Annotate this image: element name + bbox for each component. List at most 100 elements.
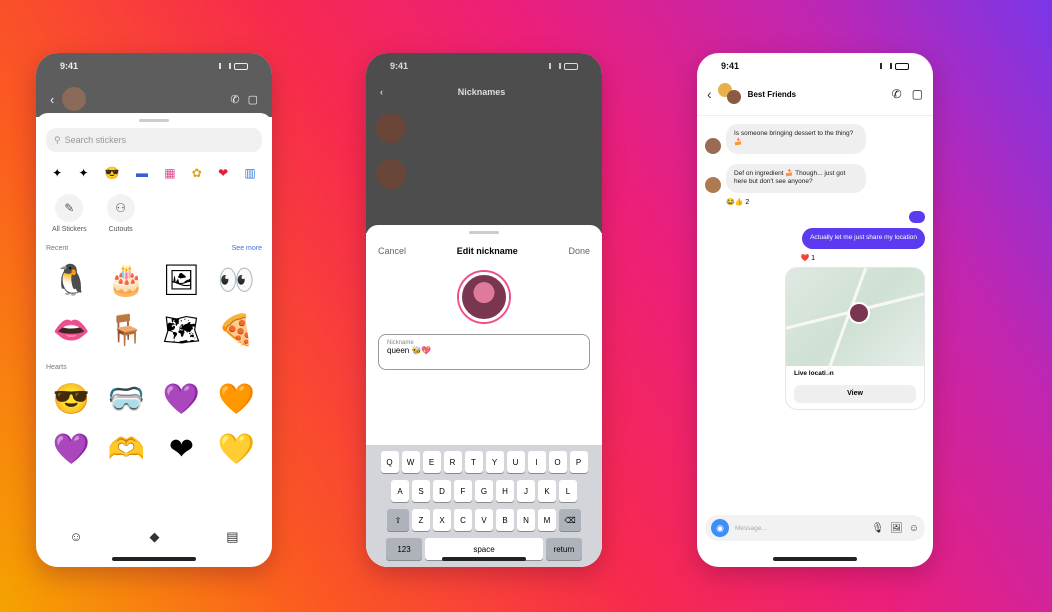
category-icon[interactable]: ▦ <box>164 166 175 180</box>
sticker[interactable]: 💛 <box>211 427 262 473</box>
shift-key[interactable]: ⇧ <box>387 509 409 531</box>
chat-title-block[interactable]: Best Friends <box>748 90 796 99</box>
outgoing-message-bubble[interactable] <box>909 211 925 224</box>
view-location-button[interactable]: View <box>794 384 916 403</box>
keyboard-row: A S D F G H J K L <box>369 480 599 502</box>
field-value[interactable]: queen 🐝💖 <box>387 346 581 355</box>
key[interactable]: L <box>559 480 577 502</box>
numbers-key[interactable]: 123 <box>386 538 422 560</box>
nickname-field[interactable]: Nickname queen 🐝💖 <box>378 334 590 370</box>
key[interactable]: E <box>422 451 441 473</box>
message-bubble[interactable]: Def on ingredient 🍰 Though... just got h… <box>726 163 866 194</box>
sticker[interactable]: 🫶 <box>101 427 152 473</box>
key[interactable]: B <box>496 509 514 531</box>
key[interactable]: N <box>517 509 535 531</box>
key[interactable]: M <box>538 509 556 531</box>
nickname-hint <box>366 370 602 382</box>
sticker-tab-icon[interactable]: ◆ <box>149 529 159 545</box>
cutouts-button[interactable]: ⚇ Cutouts <box>106 194 135 233</box>
key[interactable]: D <box>433 480 451 502</box>
contact-avatar[interactable] <box>62 87 87 111</box>
key[interactable]: Y <box>485 451 504 473</box>
key[interactable]: A <box>391 480 409 502</box>
sticker-icon[interactable]: ☺ <box>909 523 919 534</box>
back-icon[interactable]: ‹ <box>50 92 54 107</box>
key[interactable]: I <box>527 451 546 473</box>
sticker[interactable]: 💜 <box>156 377 207 423</box>
key[interactable]: H <box>496 480 514 502</box>
sticker[interactable]: 🧡 <box>211 377 262 423</box>
sticker[interactable]: 😎 <box>46 377 97 423</box>
group-avatar[interactable] <box>717 83 742 105</box>
see-more-link[interactable]: See more <box>232 245 262 252</box>
member-avatar <box>376 159 406 189</box>
emoji-tab-icon[interactable]: ☺ <box>69 529 82 545</box>
sticker[interactable]: ❤ <box>156 427 207 473</box>
sticker[interactable]: 🍕 <box>211 308 262 354</box>
message-reactions[interactable]: ❤️ 1 <box>800 254 815 262</box>
video-call-icon[interactable]: ▢ <box>248 93 258 106</box>
key[interactable]: P <box>569 451 588 473</box>
key[interactable]: O <box>548 451 567 473</box>
key[interactable]: W <box>401 451 420 473</box>
camera-icon[interactable]: ◉ <box>711 519 729 537</box>
sticker[interactable]: 🖼 <box>156 258 207 304</box>
outgoing-message-bubble[interactable]: Actually let me just share my location <box>802 228 925 249</box>
key[interactable]: U <box>506 451 525 473</box>
video-call-icon[interactable]: ▢ <box>912 87 923 101</box>
sticker[interactable]: 🗺 <box>156 308 207 354</box>
category-icon[interactable]: ✦ <box>52 166 62 180</box>
gallery-icon[interactable]: 🖼 <box>890 523 903 534</box>
live-location-card[interactable]: Live location View <box>785 266 925 410</box>
sticker-search-input[interactable]: ⚲ Search stickers <box>46 128 262 152</box>
member-row[interactable] <box>366 105 602 151</box>
gif-tab-icon[interactable]: ▤ <box>226 529 238 545</box>
message-reactions[interactable]: 😂👍 2 <box>726 198 925 206</box>
key[interactable]: Q <box>380 451 399 473</box>
sheet-grabber[interactable] <box>469 231 499 234</box>
key[interactable]: G <box>475 480 493 502</box>
microphone-icon[interactable]: 🎙 <box>871 523 884 534</box>
done-button[interactable]: Done <box>568 246 590 256</box>
category-icon[interactable]: ❤ <box>218 166 228 180</box>
key[interactable]: K <box>538 480 556 502</box>
cancel-button[interactable]: Cancel <box>378 246 406 256</box>
key[interactable]: Z <box>412 509 430 531</box>
sticker[interactable]: 🪑 <box>101 308 152 354</box>
battery-icon <box>234 62 248 70</box>
category-icon[interactable]: 😎 <box>105 166 120 180</box>
feature-label: Cutouts <box>108 226 133 233</box>
phone-call-icon[interactable]: ✆ <box>892 87 902 101</box>
key[interactable]: C <box>454 509 472 531</box>
phone-call-icon[interactable]: ✆ <box>230 93 239 106</box>
sticker[interactable]: 🥽 <box>101 377 152 423</box>
all-stickers-button[interactable]: ✎ All Stickers <box>52 194 87 233</box>
status-icons <box>549 62 578 70</box>
phone-sticker-picker: 9:41 ‹ ✆ ▢ ⚲ Search stickers ✦ ✦ 😎 ▬ ▦ ✿… <box>36 53 272 567</box>
sticker[interactable]: 🐧 <box>46 258 97 304</box>
member-row[interactable] <box>366 151 602 197</box>
key[interactable]: V <box>475 509 493 531</box>
back-icon[interactable]: ‹ <box>380 87 383 97</box>
message-bubble[interactable]: Is someone bringing dessert to the thing… <box>726 124 866 154</box>
location-map[interactable] <box>786 267 924 375</box>
sticker[interactable]: 👄 <box>46 308 97 354</box>
sticker[interactable]: 👀 <box>211 258 262 304</box>
category-icon[interactable]: ✿ <box>192 166 202 180</box>
return-key[interactable]: return <box>546 538 582 560</box>
key[interactable]: R <box>443 451 462 473</box>
category-icon[interactable]: ▬ <box>136 166 148 180</box>
sticker[interactable]: 🎂 <box>101 258 152 304</box>
key[interactable]: J <box>517 480 535 502</box>
key[interactable]: T <box>464 451 483 473</box>
message-input[interactable]: Message... <box>735 525 865 532</box>
category-icon[interactable]: ▥ <box>244 166 255 180</box>
sheet-grabber[interactable] <box>139 119 169 122</box>
back-icon[interactable]: ‹ <box>707 86 712 102</box>
key[interactable]: S <box>412 480 430 502</box>
category-icon[interactable]: ✦ <box>78 166 88 180</box>
sticker[interactable]: 💜 <box>46 427 97 473</box>
delete-key[interactable]: ⌫ <box>559 509 581 531</box>
key[interactable]: F <box>454 480 472 502</box>
key[interactable]: X <box>433 509 451 531</box>
